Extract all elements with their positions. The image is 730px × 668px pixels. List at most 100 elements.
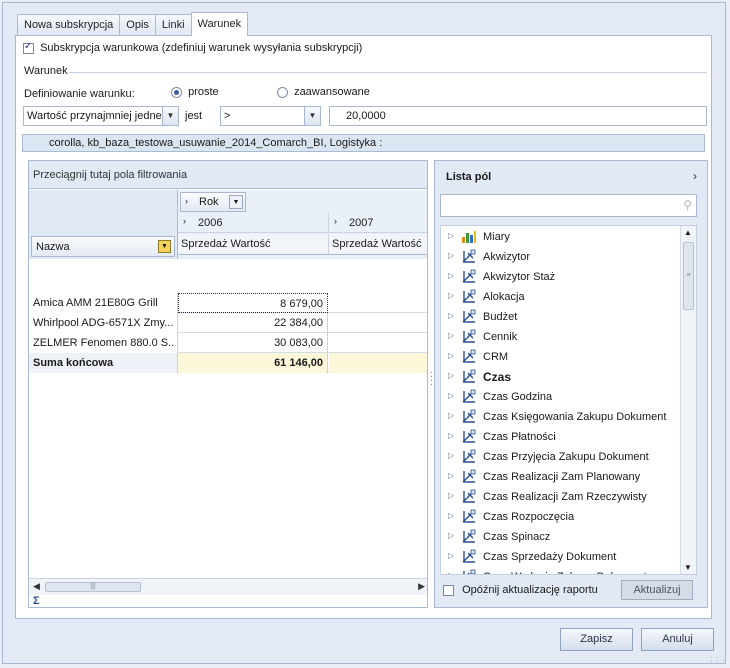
dimension-icon [461, 429, 477, 444]
update-button[interactable]: Aktualizuj [621, 580, 693, 600]
conditional-subscription-checkbox[interactable] [23, 41, 34, 54]
expand-arrow-icon[interactable]: ▷ [448, 531, 454, 540]
expand-arrow-icon[interactable]: ▷ [448, 231, 454, 240]
expand-arrow-icon[interactable]: › [185, 196, 188, 206]
chevron-down-icon[interactable]: ▼ [162, 107, 178, 125]
cancel-button[interactable]: Anuluj [641, 628, 714, 651]
expand-arrow-icon[interactable]: ▷ [448, 251, 454, 260]
scroll-down-icon[interactable]: ▼ [684, 563, 692, 572]
table-row[interactable]: ZELMER Fenomen 880.0 S... 30 083,00 [29, 333, 427, 353]
value-cell[interactable]: 30 083,00 [178, 333, 328, 353]
condition-value-input[interactable]: 20,0000 [329, 106, 707, 126]
save-button[interactable]: Zapisz [560, 628, 633, 651]
field-list-item[interactable]: ▷ Czas Spinacz [441, 527, 681, 547]
horizontal-scrollbar[interactable]: ◀ ||| ▶ [29, 578, 427, 595]
field-list-item[interactable]: ▷ CRM [441, 347, 681, 367]
vertical-scrollbar[interactable]: ▲ ≡ ▼ [680, 226, 696, 574]
tab-condition[interactable]: Warunek [190, 12, 249, 36]
table-row[interactable]: Amica AMM 21E80G Grill 8 679,00 [29, 293, 427, 313]
expand-arrow-icon[interactable]: ▷ [448, 291, 454, 300]
radio-simple-option[interactable]: proste [171, 86, 219, 98]
measures-icon [461, 229, 477, 244]
field-list-item[interactable]: ▷ Czas Rozpoczęcia [441, 507, 681, 527]
expand-arrow-icon[interactable]: ▷ [448, 431, 454, 440]
expand-arrow-icon[interactable]: ▷ [448, 551, 454, 560]
definition-row: Definiowanie warunku: proste zaawansowan… [24, 86, 684, 102]
field-list-item[interactable]: ▷ Akwizytor [441, 247, 681, 267]
field-list-item[interactable]: ▷ Alokacja [441, 287, 681, 307]
field-list-item[interactable]: ▷ Akwizytor Staż [441, 267, 681, 287]
value-cell[interactable]: 22 384,00 [178, 313, 328, 333]
row-field-nazwa[interactable]: Nazwa ▼ [31, 236, 175, 257]
grand-total-row[interactable]: Suma końcowa 61 146,00 [29, 353, 427, 373]
operator-combo[interactable]: > ▼ [220, 106, 321, 126]
field-list-item[interactable]: ▷ Czas Przyjęcia Zakupu Dokument [441, 447, 681, 467]
field-list-item[interactable]: ▷ Cennik [441, 327, 681, 347]
value-cell[interactable] [329, 333, 427, 353]
chevron-down-icon[interactable]: ▼ [304, 107, 320, 125]
radio-simple[interactable] [171, 86, 182, 98]
total-label: Suma końcowa [33, 357, 114, 369]
expand-arrow-icon[interactable]: ▷ [448, 571, 454, 574]
expand-arrow-icon[interactable]: ▷ [448, 451, 454, 460]
filter-dropdown-icon[interactable]: ▼ [229, 195, 243, 209]
expand-arrow-icon[interactable]: ▷ [448, 351, 454, 360]
expand-arrow-icon[interactable]: ▷ [448, 411, 454, 420]
expand-arrow-icon[interactable]: ▷ [448, 491, 454, 500]
expand-arrow-icon[interactable]: ▷ [448, 471, 454, 480]
dimension-icon [461, 489, 477, 504]
row-header-cell: ZELMER Fenomen 880.0 S... [29, 333, 178, 353]
radio-advanced[interactable] [277, 86, 288, 98]
resize-grip-icon[interactable]: · · · · · [710, 654, 726, 665]
field-list-item[interactable]: ▷ Czas Płatności [441, 427, 681, 447]
field-list-panel: Lista pól › ⚲ ▷ Czas Wydania Zakupu Dokum… [434, 160, 708, 608]
field-list-item[interactable]: ▷ Czas Godzina [441, 387, 681, 407]
defer-update-label: Opóźnij aktualizację raportu [462, 584, 598, 597]
expand-arrow-icon[interactable]: ▷ [448, 311, 454, 320]
dimension-icon [461, 509, 477, 524]
field-search-input[interactable]: ⚲ [440, 194, 697, 217]
expand-arrow-icon[interactable]: › [183, 216, 186, 226]
condition-field-combo[interactable]: Wartość przynajmniej jedne ▼ [23, 106, 179, 126]
year-header-2006[interactable]: › 2006 [178, 213, 329, 233]
defer-update-checkbox[interactable] [443, 584, 454, 596]
field-list-item[interactable]: ▷ Czas Realizacji Zam Planowany [441, 467, 681, 487]
filter-drop-area[interactable]: Przeciągnij tutaj pola filtrowania [29, 161, 427, 189]
field-list-item[interactable]: ▷ Czas [441, 367, 681, 387]
value-cell[interactable] [329, 293, 427, 313]
value-cell[interactable] [329, 353, 427, 373]
value-cell[interactable]: 61 146,00 [178, 353, 328, 373]
expand-arrow-icon[interactable]: › [334, 216, 337, 226]
tab-links[interactable]: Linki [154, 14, 192, 36]
scroll-thumb[interactable]: ||| [45, 582, 141, 592]
expand-arrow-icon[interactable]: ▷ [448, 511, 454, 520]
sigma-icon[interactable]: Σ [33, 595, 40, 607]
expand-arrow-icon[interactable]: ▷ [448, 371, 454, 380]
filter-dropdown-icon[interactable]: ▼ [158, 240, 171, 253]
column-field-rok[interactable]: › Rok ▼ [180, 192, 246, 212]
tab-new-subscription[interactable]: Nowa subskrypcja [17, 14, 121, 36]
expand-arrow-icon[interactable]: ▷ [448, 391, 454, 400]
scroll-right-icon[interactable]: ▶ [418, 581, 425, 592]
field-list-item[interactable]: ▷ Czas Sprzedaży Dokument [441, 547, 681, 567]
field-list-item[interactable]: ▷ Czas Księgowania Zakupu Dokument [441, 407, 681, 427]
field-list-item[interactable]: ▷ Czas Wydania Zakupu Dokument [441, 567, 681, 574]
year-header-2007[interactable]: › 2007 [329, 213, 427, 233]
radio-advanced-option[interactable]: zaawansowane [277, 86, 370, 98]
field-list-item[interactable]: ▷ Budżet [441, 307, 681, 327]
expand-arrow-icon[interactable]: ▷ [448, 271, 454, 280]
scroll-left-icon[interactable]: ◀ [33, 581, 40, 592]
field-list-item[interactable]: ▷ Miary [441, 227, 681, 247]
value-cell[interactable] [329, 313, 427, 333]
chevron-right-icon[interactable]: › [693, 169, 697, 183]
tab-description[interactable]: Opis [119, 14, 156, 36]
radio-advanced-label: zaawansowane [294, 86, 370, 99]
field-list-item-label: Czas Spinacz [483, 531, 551, 543]
table-row[interactable]: Whirlpool ADG-6571X Zmy... 22 384,00 [29, 313, 427, 333]
field-list-item[interactable]: ▷ Czas Realizacji Zam Rzeczywisty [441, 487, 681, 507]
condition-value-text: 20,0000 [346, 110, 386, 122]
value-cell[interactable]: 8 679,00 [178, 293, 328, 313]
scroll-up-icon[interactable]: ▲ [684, 228, 692, 237]
expand-arrow-icon[interactable]: ▷ [448, 331, 454, 340]
scroll-thumb[interactable]: ≡ [683, 242, 694, 310]
